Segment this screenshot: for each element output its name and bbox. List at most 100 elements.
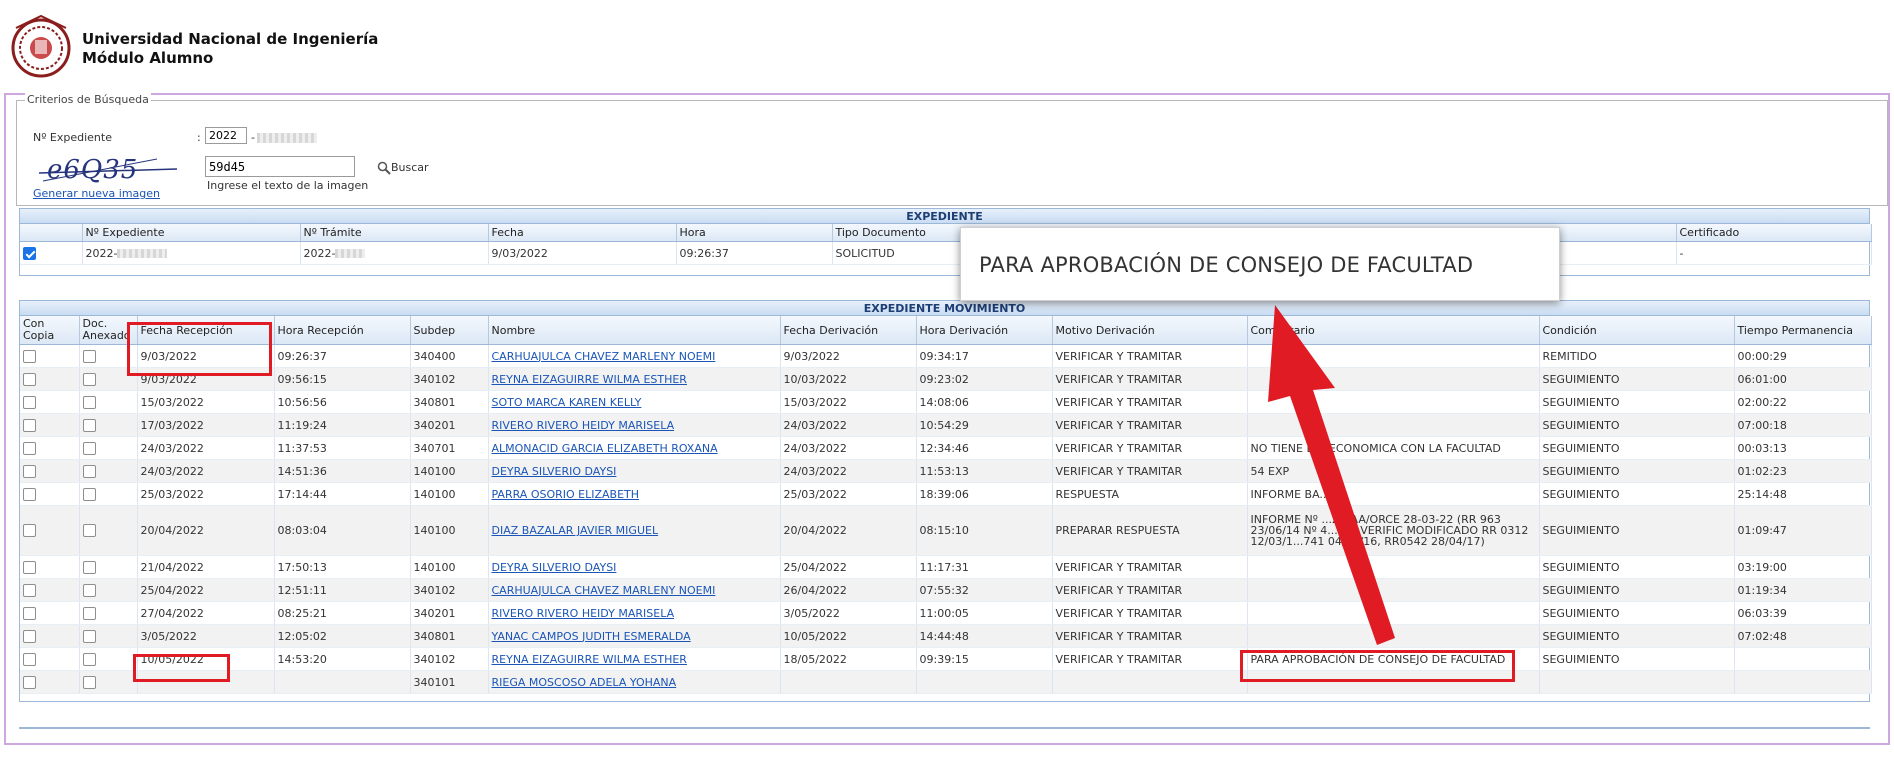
doc-anexado-checkbox[interactable] [82, 349, 96, 363]
con-copia-cell[interactable] [20, 670, 80, 694]
doc-anexado-cell[interactable] [79, 482, 138, 506]
cell-nombre[interactable]: CARHUAJULCA CHAVEZ MARLENY NOEMI [488, 344, 781, 368]
cell-nombre[interactable]: RIEGA MOSCOSO ADELA YOHANA [488, 670, 781, 694]
con-copia-checkbox[interactable] [23, 606, 36, 620]
doc-anexado-cell[interactable] [79, 413, 138, 437]
doc-anexado-checkbox[interactable] [82, 524, 96, 538]
expediente-select-cell[interactable] [20, 241, 83, 265]
doc-anexado-checkbox[interactable] [82, 652, 96, 666]
movimiento-row[interactable]: 20/04/2022 08:03:04 140100 DIAZ BAZALAR JAV… [20, 505, 1872, 556]
doc-anexado-checkbox[interactable] [82, 372, 96, 386]
cell-nombre[interactable]: REYNA EIZAGUIRRE WILMA ESTHER [488, 367, 781, 391]
nombre-text[interactable]: REYNA EIZAGUIRRE WILMA ESTHER [492, 373, 687, 386]
movimiento-row[interactable]: 9/03/2022 09:56:15 340102 REYNA EIZAGUIRRE … [20, 367, 1872, 391]
doc-anexado-cell[interactable] [79, 390, 138, 414]
nombre-text[interactable]: RIEGA MOSCOSO ADELA YOHANA [492, 676, 677, 689]
con-copia-checkbox[interactable] [23, 560, 36, 574]
con-copia-checkbox[interactable] [23, 372, 36, 386]
con-copia-checkbox[interactable] [23, 487, 36, 501]
nombre-text[interactable]: ALMONACID GARCIA ELIZABETH ROXANA [492, 442, 718, 455]
con-copia-checkbox[interactable] [23, 441, 36, 455]
doc-anexado-cell[interactable] [79, 505, 138, 556]
nombre-text[interactable]: PARRA OSORIO ELIZABETH [492, 488, 640, 501]
doc-anexado-cell[interactable] [79, 647, 138, 671]
nombre-text[interactable]: CARHUAJULCA CHAVEZ MARLENY NOEMI [492, 584, 716, 597]
movimiento-row[interactable]: 21/04/2022 17:50:13 140100 DEYRA SILVERIO D… [20, 555, 1872, 579]
nombre-text[interactable]: REYNA EIZAGUIRRE WILMA ESTHER [492, 653, 687, 666]
cell-nombre[interactable]: DEYRA SILVERIO DAYSI [488, 459, 781, 483]
cell-nombre[interactable]: PARRA OSORIO ELIZABETH [488, 482, 781, 506]
doc-anexado-cell[interactable] [79, 578, 138, 602]
nombre-text[interactable]: DEYRA SILVERIO DAYSI [492, 465, 617, 478]
nombre-text[interactable]: YANAC CAMPOS JUDITH ESMERALDA [492, 630, 691, 643]
doc-anexado-checkbox[interactable] [82, 675, 96, 689]
doc-anexado-cell[interactable] [79, 459, 138, 483]
movimiento-row[interactable]: 27/04/2022 08:25:21 340201 RIVERO RIVERO HE… [20, 601, 1872, 625]
con-copia-checkbox[interactable] [23, 395, 36, 409]
movimiento-row[interactable]: 17/03/2022 11:19:24 340201 RIVERO RIVERO HE… [20, 413, 1872, 437]
doc-anexado-cell[interactable] [79, 601, 138, 625]
expediente-select-checkbox[interactable] [23, 246, 36, 260]
captcha-input[interactable] [205, 156, 355, 177]
nombre-text[interactable]: RIVERO RIVERO HEIDY MARISELA [492, 419, 675, 432]
cell-nombre[interactable]: CARHUAJULCA CHAVEZ MARLENY NOEMI [488, 578, 781, 602]
doc-anexado-checkbox[interactable] [82, 441, 96, 455]
cell-nombre[interactable]: RIVERO RIVERO HEIDY MARISELA [488, 413, 781, 437]
con-copia-checkbox[interactable] [23, 524, 36, 538]
movimiento-row[interactable]: 25/04/2022 12:51:11 340102 CARHUAJULCA CHAV… [20, 578, 1872, 602]
cell-nombre[interactable]: REYNA EIZAGUIRRE WILMA ESTHER [488, 647, 781, 671]
movimiento-row[interactable]: 9/03/2022 09:26:37 340400 CARHUAJULCA CHAVE… [20, 344, 1872, 368]
con-copia-cell[interactable] [20, 482, 80, 506]
con-copia-cell[interactable] [20, 413, 80, 437]
doc-anexado-checkbox[interactable] [82, 629, 96, 643]
doc-anexado-cell[interactable] [79, 624, 138, 648]
doc-anexado-cell[interactable] [79, 670, 138, 694]
doc-anexado-checkbox[interactable] [82, 487, 96, 501]
movimiento-row[interactable]: 25/03/2022 17:14:44 140100 PARRA OSORIO ELI… [20, 482, 1872, 506]
con-copia-checkbox[interactable] [23, 629, 36, 643]
con-copia-checkbox[interactable] [23, 464, 36, 478]
doc-anexado-checkbox[interactable] [82, 606, 96, 620]
nombre-text[interactable]: SOTO MARCA KAREN KELLY [492, 396, 642, 409]
nombre-text[interactable]: DIAZ BAZALAR JAVIER MIGUEL [492, 524, 659, 537]
con-copia-cell[interactable] [20, 647, 80, 671]
nombre-text[interactable]: RIVERO RIVERO HEIDY MARISELA [492, 607, 675, 620]
con-copia-checkbox[interactable] [23, 583, 36, 597]
con-copia-cell[interactable] [20, 344, 80, 368]
cell-nombre[interactable]: RIVERO RIVERO HEIDY MARISELA [488, 601, 781, 625]
movimiento-row[interactable]: 15/03/2022 10:56:56 340801 SOTO MARCA KAREN… [20, 390, 1872, 414]
movimiento-row[interactable]: 24/03/2022 14:51:36 140100 DEYRA SILVERIO D… [20, 459, 1872, 483]
doc-anexado-checkbox[interactable] [82, 418, 96, 432]
cell-nombre[interactable]: ALMONACID GARCIA ELIZABETH ROXANA [488, 436, 781, 460]
generate-captcha-link[interactable]: Generar nueva imagen [33, 187, 160, 200]
cell-nombre[interactable]: YANAC CAMPOS JUDITH ESMERALDA [488, 624, 781, 648]
doc-anexado-checkbox[interactable] [82, 464, 96, 478]
con-copia-cell[interactable] [20, 367, 80, 391]
search-button[interactable]: Buscar [377, 161, 429, 175]
movimiento-row[interactable]: 3/05/2022 12:05:02 340801 YANAC CAMPOS JUDI… [20, 624, 1872, 648]
con-copia-cell[interactable] [20, 578, 80, 602]
expediente-year-input[interactable] [205, 127, 247, 144]
con-copia-cell[interactable] [20, 505, 80, 556]
con-copia-cell[interactable] [20, 555, 80, 579]
con-copia-cell[interactable] [20, 390, 80, 414]
movimiento-row[interactable]: 10/05/2022 14:53:20 340102 REYNA EIZAGUIRRE… [20, 647, 1872, 671]
con-copia-cell[interactable] [20, 459, 80, 483]
con-copia-checkbox[interactable] [23, 349, 36, 363]
cell-nombre[interactable]: SOTO MARCA KAREN KELLY [488, 390, 781, 414]
nombre-text[interactable]: CARHUAJULCA CHAVEZ MARLENY NOEMI [492, 350, 716, 363]
movimiento-row[interactable]: 340101 RIEGA MOSCOSO ADELA YOHANA [20, 670, 1872, 694]
doc-anexado-checkbox[interactable] [82, 395, 96, 409]
con-copia-cell[interactable] [20, 436, 80, 460]
con-copia-checkbox[interactable] [23, 675, 36, 689]
doc-anexado-checkbox[interactable] [82, 560, 96, 574]
con-copia-checkbox[interactable] [23, 652, 36, 666]
cell-nombre[interactable]: DIAZ BAZALAR JAVIER MIGUEL [488, 505, 781, 556]
con-copia-cell[interactable] [20, 624, 80, 648]
doc-anexado-cell[interactable] [79, 436, 138, 460]
con-copia-checkbox[interactable] [23, 418, 36, 432]
doc-anexado-cell[interactable] [79, 555, 138, 579]
con-copia-cell[interactable] [20, 601, 80, 625]
doc-anexado-checkbox[interactable] [82, 583, 96, 597]
cell-nombre[interactable]: DEYRA SILVERIO DAYSI [488, 555, 781, 579]
